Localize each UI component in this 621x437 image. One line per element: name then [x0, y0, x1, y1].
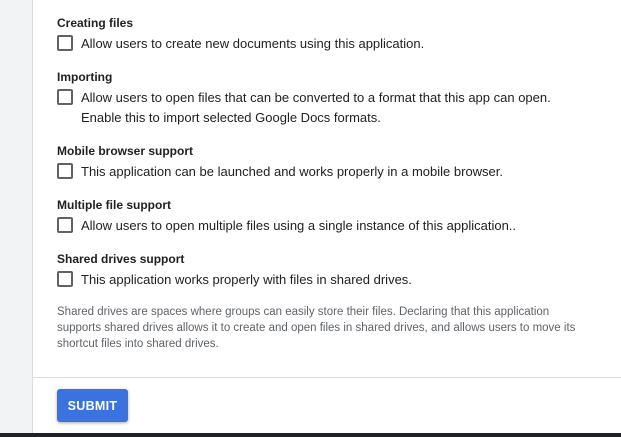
- mobile-browser-checkbox[interactable]: [57, 163, 73, 179]
- section-importing: Importing Allow users to open files that…: [57, 70, 597, 128]
- submit-button[interactable]: SUBMIT: [57, 389, 128, 422]
- mobile-browser-option[interactable]: This application can be launched and wor…: [57, 162, 597, 182]
- divider: [33, 377, 621, 378]
- settings-form: Creating files Allow users to create new…: [33, 0, 621, 433]
- importing-checkbox[interactable]: [57, 89, 73, 105]
- checkbox-label-secondary: Enable this to import selected Google Do…: [81, 110, 381, 125]
- section-title: Importing: [57, 70, 113, 84]
- section-creating-files: Creating files Allow users to create new…: [57, 16, 597, 54]
- section-multiple-file: Multiple file support Allow users to ope…: [57, 198, 597, 236]
- section-mobile-browser: Mobile browser support This application …: [57, 144, 597, 182]
- importing-option[interactable]: Allow users to open files that can be co…: [57, 88, 597, 128]
- checkbox-label: Allow users to open files that can be co…: [81, 90, 551, 105]
- section-title: Shared drives support: [57, 252, 185, 266]
- section-title: Mobile browser support: [57, 144, 194, 158]
- creating-files-checkbox[interactable]: [57, 35, 73, 51]
- checkbox-label: This application can be launched and wor…: [81, 164, 504, 179]
- shared-drives-option[interactable]: This application works properly with fil…: [57, 270, 597, 290]
- left-sidebar-rail: [0, 0, 33, 433]
- creating-files-option[interactable]: Allow users to create new documents usin…: [57, 34, 597, 54]
- section-shared-drives: Shared drives support This application w…: [57, 252, 597, 290]
- bottom-bar: [0, 433, 621, 437]
- multiple-file-option[interactable]: Allow users to open multiple files using…: [57, 216, 597, 236]
- checkbox-label: Allow users to create new documents usin…: [81, 36, 425, 51]
- shared-drives-help-text: Shared drives are spaces where groups ca…: [57, 306, 576, 350]
- multiple-file-checkbox[interactable]: [57, 217, 73, 233]
- section-title: Creating files: [57, 16, 134, 30]
- checkbox-label: This application works properly with fil…: [81, 272, 412, 287]
- shared-drives-checkbox[interactable]: [57, 271, 73, 287]
- section-title: Multiple file support: [57, 198, 171, 212]
- checkbox-label: Allow users to open multiple files using…: [81, 218, 517, 233]
